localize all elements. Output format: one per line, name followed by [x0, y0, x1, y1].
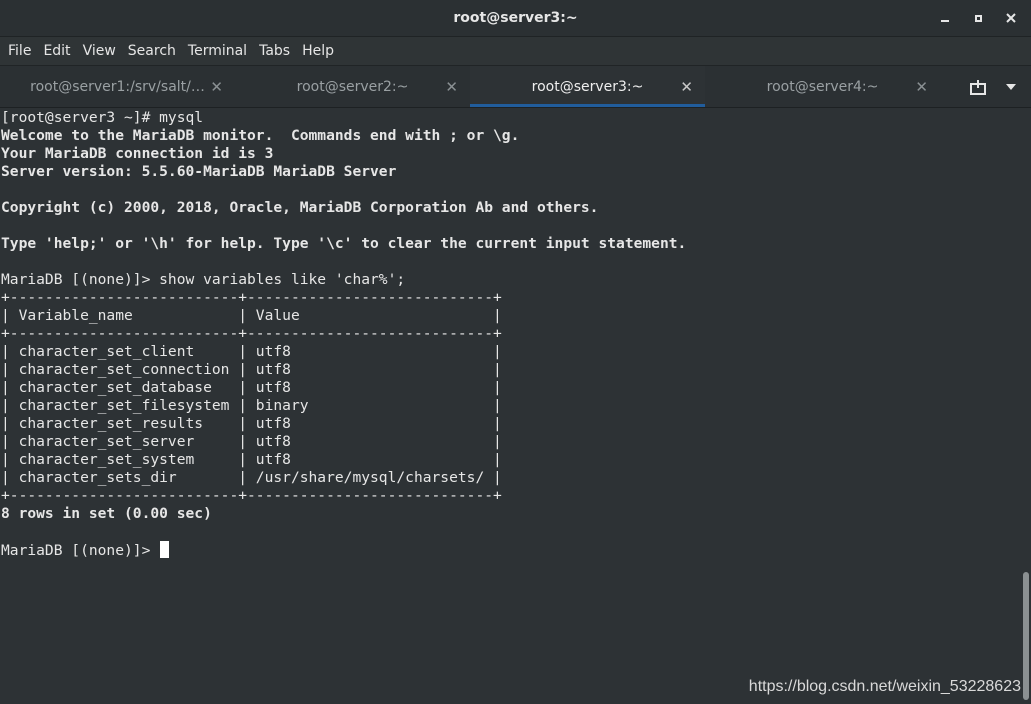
- prompt-line: MariaDB [(none)]>: [1, 541, 1031, 559]
- window-title: root@server3:~: [453, 10, 578, 26]
- tab-close-icon[interactable]: ✕: [445, 78, 458, 96]
- menu-bar: File Edit View Search Terminal Tabs Help: [0, 37, 1031, 66]
- maximize-icon: [974, 14, 982, 22]
- scrollbar[interactable]: [1023, 572, 1029, 700]
- terminal-line: | character_set_system | utf8 |: [1, 451, 502, 468]
- terminal-line: 8 rows in set (0.00 sec): [1, 505, 212, 522]
- terminal-line: MariaDB [(none)]> show variables like 'c…: [1, 271, 406, 288]
- terminal-line: [root@server3 ~]# mysql: [1, 109, 204, 126]
- title-bar[interactable]: root@server3:~: [0, 0, 1031, 37]
- tab-label: root@server2:~: [296, 78, 409, 95]
- menu-file[interactable]: File: [2, 43, 37, 59]
- terminal-window: root@server3:~ File Edit View Search Ter…: [0, 0, 1031, 704]
- new-tab-icon[interactable]: [969, 79, 987, 95]
- tab-close-icon[interactable]: ✕: [210, 78, 223, 96]
- tab-label: root@server3:~: [531, 78, 644, 95]
- close-window-button[interactable]: [1001, 8, 1021, 28]
- terminal-output[interactable]: [root@server3 ~]# mysql Welcome to the Ma…: [0, 108, 1031, 704]
- menu-tabs[interactable]: Tabs: [253, 43, 296, 59]
- terminal-line: | character_set_client | utf8 |: [1, 343, 502, 360]
- text-cursor: [160, 541, 170, 558]
- watermark: https://blog.csdn.net/weixin_53228623: [748, 678, 1021, 695]
- tab-label: root@server4:~: [766, 78, 879, 95]
- tab-server3[interactable]: root@server3:~ ✕: [470, 66, 705, 107]
- tab-tools: [940, 66, 1031, 107]
- terminal-line: +--------------------------+------------…: [1, 289, 502, 306]
- terminal-line: +--------------------------+------------…: [1, 487, 502, 504]
- chevron-down-icon[interactable]: [1005, 83, 1017, 91]
- tab-close-icon[interactable]: ✕: [680, 78, 693, 96]
- menu-help[interactable]: Help: [296, 43, 340, 59]
- terminal-line: +--------------------------+------------…: [1, 325, 502, 342]
- terminal-line: Copyright (c) 2000, 2018, Oracle, MariaD…: [1, 199, 599, 216]
- terminal-line: Your MariaDB connection id is 3: [1, 145, 274, 162]
- tab-server2[interactable]: root@server2:~ ✕: [235, 66, 470, 107]
- terminal-line: Welcome to the MariaDB monitor. Commands…: [1, 127, 520, 144]
- terminal-line: Server version: 5.5.60-MariaDB MariaDB S…: [1, 163, 397, 180]
- close-icon: [1006, 13, 1016, 23]
- terminal-line: | character_sets_dir | /usr/share/mysql/…: [1, 469, 502, 486]
- tab-server1[interactable]: root@server1:/srv/salt/… ✕: [0, 66, 235, 107]
- menu-search[interactable]: Search: [122, 43, 182, 59]
- tab-label: root@server1:/srv/salt/…: [30, 78, 205, 95]
- terminal-line: | character_set_connection | utf8 |: [1, 361, 502, 378]
- menu-edit[interactable]: Edit: [37, 43, 76, 59]
- minimize-button[interactable]: [935, 8, 955, 28]
- menu-terminal[interactable]: Terminal: [182, 43, 253, 59]
- maximize-button[interactable]: [968, 8, 988, 28]
- menu-view[interactable]: View: [77, 43, 122, 59]
- prompt-text: MariaDB [(none)]>: [1, 542, 160, 559]
- terminal-line: | character_set_database | utf8 |: [1, 379, 502, 396]
- tab-server4[interactable]: root@server4:~ ✕: [705, 66, 940, 107]
- terminal-line: | character_set_server | utf8 |: [1, 433, 502, 450]
- tab-close-icon[interactable]: ✕: [915, 78, 928, 96]
- terminal-line: | character_set_filesystem | binary |: [1, 397, 502, 414]
- tab-bar: root@server1:/srv/salt/… ✕ root@server2:…: [0, 66, 1031, 108]
- terminal-line: Type 'help;' or '\h' for help. Type '\c'…: [1, 235, 687, 252]
- terminal-line: | Variable_name | Value |: [1, 307, 502, 324]
- terminal-line: | character_set_results | utf8 |: [1, 415, 502, 432]
- minimize-icon: [941, 20, 949, 22]
